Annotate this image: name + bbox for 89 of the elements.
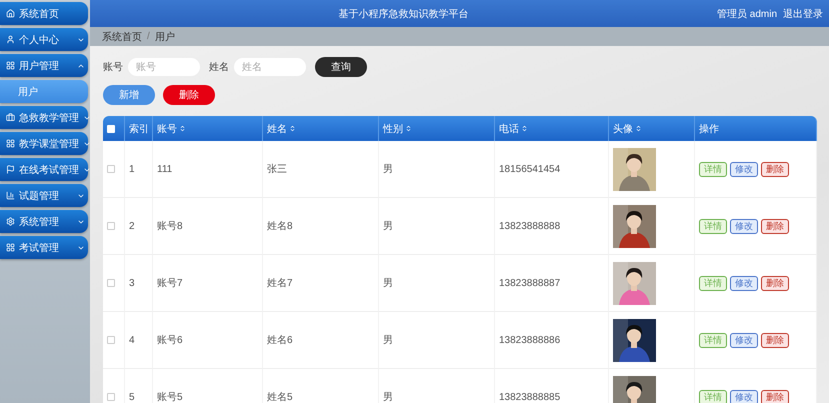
edit-button[interactable]: 修改 <box>730 390 758 403</box>
table-cell-text: 账号7 <box>157 276 183 290</box>
row-checkbox[interactable] <box>107 336 115 344</box>
table-cell-text: 账号5 <box>157 390 183 403</box>
column-header[interactable]: 电话 <box>499 122 519 136</box>
menu-icon <box>6 165 15 174</box>
add-button[interactable]: 新增 <box>103 85 155 105</box>
sidebar-item[interactable]: 教学课堂管理 <box>0 132 88 155</box>
column-header[interactable]: 操作 <box>699 122 719 136</box>
menu-icon <box>6 217 15 226</box>
column-header[interactable]: 头像 <box>613 122 633 136</box>
table-cell: 1 <box>129 164 135 174</box>
edit-button[interactable]: 修改 <box>730 162 758 176</box>
table-cell-text: 姓名7 <box>267 277 293 290</box>
column-header[interactable]: 账号 <box>157 122 177 136</box>
breadcrumb-separator: / <box>147 31 150 42</box>
delete-button[interactable]: 删除 <box>761 390 789 403</box>
column-header[interactable]: 姓名 <box>267 122 287 136</box>
table-cell-text: 张三 <box>267 162 287 176</box>
delete-button[interactable]: 删除 <box>761 162 789 176</box>
sort-icon[interactable] <box>179 125 186 132</box>
edit-button[interactable]: 修改 <box>730 218 758 234</box>
detail-button[interactable]: 详情 <box>699 332 727 348</box>
table-cell: 3 <box>129 278 135 288</box>
select-all-checkbox[interactable] <box>107 124 115 132</box>
row-checkbox[interactable] <box>107 165 115 173</box>
table-cell: 13823888888 <box>499 220 560 232</box>
sort-icon[interactable] <box>405 125 412 132</box>
sort-icon[interactable] <box>521 125 528 132</box>
sort-icon[interactable] <box>289 125 296 132</box>
detail-button[interactable]: 详情 <box>699 390 727 403</box>
sidebar-item[interactable]: 用户管理 <box>0 54 88 77</box>
sidebar-item[interactable]: 考试管理 <box>0 236 88 259</box>
sidebar-item[interactable]: 在线考试管理 <box>0 158 88 181</box>
table-cell-text: 男 <box>383 277 393 290</box>
table-cell: 111 <box>157 164 172 174</box>
menu-icon <box>6 191 15 200</box>
app-title: 基于小程序急救知识教学平台 <box>337 8 470 20</box>
logout-link[interactable]: 退出登录 <box>783 6 823 20</box>
column-header[interactable]: 性别 <box>383 122 403 136</box>
menu-icon <box>6 9 15 18</box>
sidebar-item[interactable]: 个人中心 <box>0 28 88 51</box>
delete-button[interactable]: 删除 <box>761 218 789 234</box>
table-cell-text: 男 <box>383 334 393 347</box>
detail-button[interactable]: 详情 <box>699 276 727 290</box>
table-cell: 4 <box>129 334 135 346</box>
table-cell: 13823888887 <box>499 278 560 288</box>
field-label: 姓名 <box>209 61 229 74</box>
detail-button[interactable]: 详情 <box>699 162 727 176</box>
search-button[interactable]: 查询 <box>315 57 367 77</box>
search-field[interactable]: 账号 <box>128 58 200 76</box>
field-label: 账号 <box>103 60 123 74</box>
table-cell-text: 男 <box>383 163 393 176</box>
delete-button[interactable]: 删除 <box>761 276 789 290</box>
table-cell-text: 姓名5 <box>267 391 293 403</box>
table-cell: 5 <box>129 392 135 402</box>
table-cell: 13823888886 <box>499 334 560 346</box>
breadcrumb-item[interactable]: 用户 <box>154 30 175 44</box>
table-cell-text: 男 <box>383 220 393 233</box>
detail-button[interactable]: 详情 <box>699 218 727 234</box>
table-cell-text: 账号6 <box>157 334 183 347</box>
sidebar-subitem[interactable]: 用户 <box>0 80 88 103</box>
delete-button[interactable]: 删除 <box>761 332 789 348</box>
breadcrumb-item[interactable]: 系统首页 <box>102 30 142 44</box>
user-label: 管理员 admin <box>716 8 777 20</box>
sidebar-item[interactable]: 系统首页 <box>0 2 88 25</box>
table-cell-text: 姓名6 <box>267 334 293 347</box>
delete-button[interactable]: 删除 <box>163 85 215 105</box>
menu-icon <box>6 35 15 44</box>
menu-icon <box>6 113 15 122</box>
table-cell: 18156541454 <box>499 164 560 174</box>
edit-button[interactable]: 修改 <box>730 332 758 348</box>
sidebar-item[interactable]: 系统管理 <box>0 210 88 233</box>
sidebar-item[interactable]: 急救教学管理 <box>0 106 88 129</box>
table-cell: 13823888885 <box>499 392 560 402</box>
menu-icon <box>6 61 15 70</box>
sidebar-item[interactable]: 试题管理 <box>0 184 88 207</box>
table-cell-text: 账号8 <box>157 220 183 233</box>
menu-icon <box>6 243 15 252</box>
table-cell-text: 男 <box>383 391 393 403</box>
edit-button[interactable]: 修改 <box>730 276 758 290</box>
table-cell-text: 姓名8 <box>267 220 293 233</box>
row-checkbox[interactable] <box>107 222 115 230</box>
menu-icon <box>6 139 15 148</box>
row-checkbox[interactable] <box>107 279 115 287</box>
sort-icon[interactable] <box>635 125 642 132</box>
search-field[interactable]: 姓名 <box>234 58 306 76</box>
table-cell: 2 <box>129 220 135 232</box>
row-checkbox[interactable] <box>107 393 115 401</box>
